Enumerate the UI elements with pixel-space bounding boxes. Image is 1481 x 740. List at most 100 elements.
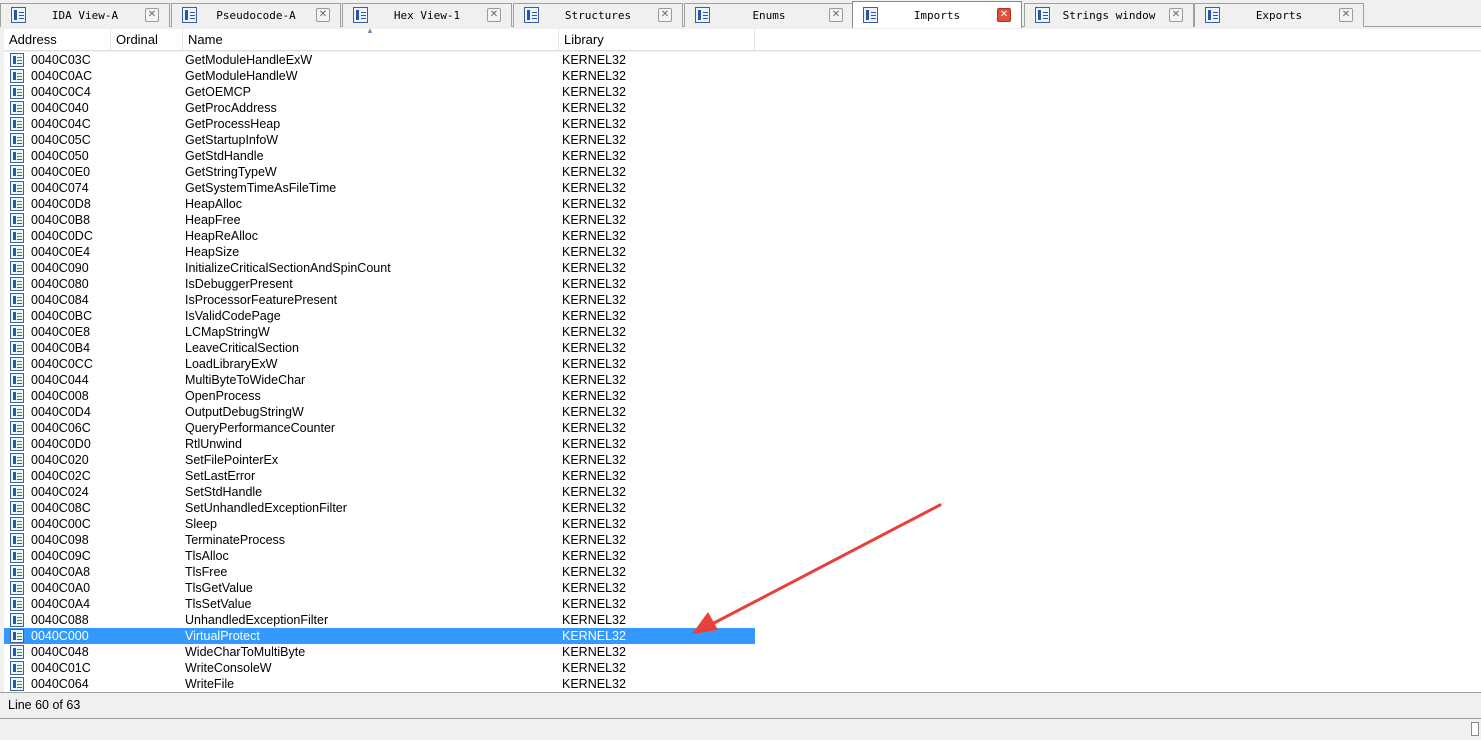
import-icon: [10, 549, 24, 563]
table-row[interactable]: 0040C0A4 TlsSetValue KERNEL32: [4, 596, 755, 612]
column-header-library[interactable]: Library: [559, 29, 755, 50]
table-row[interactable]: 0040C050 GetStdHandle KERNEL32: [4, 148, 755, 164]
table-row[interactable]: 0040C084 IsProcessorFeaturePresent KERNEL3…: [4, 292, 755, 308]
close-icon[interactable]: ✕: [316, 8, 330, 22]
table-row[interactable]: 0040C05C GetStartupInfoW KERNEL32: [4, 132, 755, 148]
cell-library: KERNEL32: [562, 469, 626, 483]
table-row[interactable]: 0040C00C Sleep KERNEL32: [4, 516, 755, 532]
table-row[interactable]: 0040C02C SetLastError KERNEL32: [4, 468, 755, 484]
cell-address: 0040C020: [31, 453, 89, 467]
table-row[interactable]: 0040C044 MultiByteToWideChar KERNEL32: [4, 372, 755, 388]
import-icon: [10, 661, 24, 675]
table-row[interactable]: 0040C09C TlsAlloc KERNEL32: [4, 548, 755, 564]
table-row[interactable]: 0040C080 IsDebuggerPresent KERNEL32: [4, 276, 755, 292]
table-row[interactable]: 0040C0AC GetModuleHandleW KERNEL32: [4, 68, 755, 84]
cell-library: KERNEL32: [562, 613, 626, 627]
table-row[interactable]: 0040C008 OpenProcess KERNEL32: [4, 388, 755, 404]
cell-address: 0040C0B4: [31, 341, 91, 355]
table-row[interactable]: 0040C048 WideCharToMultiByte KERNEL32: [4, 644, 755, 660]
cell-address: 0040C050: [31, 149, 89, 163]
table-row[interactable]: 0040C03C GetModuleHandleExW KERNEL32: [4, 52, 755, 68]
table-row[interactable]: 0040C01C WriteConsoleW KERNEL32: [4, 660, 755, 676]
table-row[interactable]: 0040C06C QueryPerformanceCounter KERNEL32: [4, 420, 755, 436]
tab-strings-window[interactable]: Strings window ✕: [1024, 3, 1194, 27]
table-row-selected[interactable]: 0040C000 VirtualProtect KERNEL32: [4, 628, 755, 644]
cell-address: 0040C098: [31, 533, 89, 547]
table-row[interactable]: 0040C088 UnhandledExceptionFilter KERNEL32: [4, 612, 755, 628]
table-row[interactable]: 0040C0C4 GetOEMCP KERNEL32: [4, 84, 755, 100]
close-icon[interactable]: ✕: [487, 8, 501, 22]
table-row[interactable]: 0040C0A0 TlsGetValue KERNEL32: [4, 580, 755, 596]
table-row[interactable]: 0040C0E8 LCMapStringW KERNEL32: [4, 324, 755, 340]
close-icon[interactable]: ✕: [997, 8, 1011, 22]
column-header-address[interactable]: Address: [4, 29, 111, 50]
table-row[interactable]: 0040C08C SetUnhandledExceptionFilter KERNE…: [4, 500, 755, 516]
table-row[interactable]: 0040C0DC HeapReAlloc KERNEL32: [4, 228, 755, 244]
cell-library: KERNEL32: [562, 85, 626, 99]
table-row[interactable]: 0040C0D8 HeapAlloc KERNEL32: [4, 196, 755, 212]
table-row[interactable]: 0040C04C GetProcessHeap KERNEL32: [4, 116, 755, 132]
tab-exports[interactable]: Exports ✕: [1194, 3, 1364, 27]
tab-ida-view-a[interactable]: IDA View-A ✕: [0, 3, 170, 27]
cell-library: KERNEL32: [562, 277, 626, 291]
cell-library: KERNEL32: [562, 549, 626, 563]
import-icon: [10, 213, 24, 227]
table-row[interactable]: 0040C0B8 HeapFree KERNEL32: [4, 212, 755, 228]
close-icon[interactable]: ✕: [658, 8, 672, 22]
cell-name: SetLastError: [185, 469, 256, 483]
table-row[interactable]: 0040C0E0 GetStringTypeW KERNEL32: [4, 164, 755, 180]
import-icon: [10, 437, 24, 451]
cell-name: RtlUnwind: [185, 437, 242, 451]
table-row[interactable]: 0040C040 GetProcAddress KERNEL32: [4, 100, 755, 116]
table-row[interactable]: 0040C020 SetFilePointerEx KERNEL32: [4, 452, 755, 468]
cell-address: 0040C0A0: [31, 581, 91, 595]
cell-name: OutputDebugStringW: [185, 405, 304, 419]
cell-address: 0040C044: [31, 373, 89, 387]
tab-structures[interactable]: Structures ✕: [513, 3, 683, 27]
close-icon[interactable]: ✕: [829, 8, 843, 22]
import-icon: [10, 229, 24, 243]
sort-ascending-icon: ▲: [366, 26, 374, 35]
table-row[interactable]: 0040C0B4 LeaveCriticalSection KERNEL32: [4, 340, 755, 356]
table-row[interactable]: 0040C0A8 TlsFree KERNEL32: [4, 564, 755, 580]
cell-address: 0040C0DC: [31, 229, 93, 243]
cell-name: LeaveCriticalSection: [185, 341, 299, 355]
resize-grip[interactable]: [1471, 722, 1479, 736]
cell-address: 0040C000: [31, 629, 89, 643]
cell-address: 0040C0CC: [31, 357, 93, 371]
table-row[interactable]: 0040C0D4 OutputDebugStringW KERNEL32: [4, 404, 755, 420]
table-row[interactable]: 0040C064 WriteFile KERNEL32: [4, 676, 755, 692]
table-row[interactable]: 0040C0D0 RtlUnwind KERNEL32: [4, 436, 755, 452]
table-row[interactable]: 0040C090 InitializeCriticalSectionAndSpin…: [4, 260, 755, 276]
cell-address: 0040C0B8: [31, 213, 91, 227]
table-row[interactable]: 0040C074 GetSystemTimeAsFileTime KERNEL32: [4, 180, 755, 196]
import-icon: [10, 405, 24, 419]
table-row[interactable]: 0040C0E4 HeapSize KERNEL32: [4, 244, 755, 260]
cell-name: LoadLibraryExW: [185, 357, 278, 371]
tab-enums[interactable]: Enums ✕: [684, 3, 854, 27]
import-icon: [10, 677, 24, 691]
cell-address: 0040C048: [31, 645, 89, 659]
cell-address: 0040C02C: [31, 469, 91, 483]
table-row[interactable]: 0040C024 SetStdHandle KERNEL32: [4, 484, 755, 500]
column-header-ordinal[interactable]: Ordinal: [111, 29, 183, 50]
cell-address: 0040C024: [31, 485, 89, 499]
table-row[interactable]: 0040C0CC LoadLibraryExW KERNEL32: [4, 356, 755, 372]
import-icon: [10, 293, 24, 307]
close-icon[interactable]: ✕: [145, 8, 159, 22]
import-icon: [10, 165, 24, 179]
import-icon: [10, 581, 24, 595]
import-icon: [10, 469, 24, 483]
tab-pseudocode-a[interactable]: Pseudocode-A ✕: [171, 3, 341, 27]
import-icon: [10, 501, 24, 515]
table-row[interactable]: 0040C098 TerminateProcess KERNEL32: [4, 532, 755, 548]
tab-hex-view-1[interactable]: Hex View-1 ✕: [342, 3, 512, 27]
cell-library: KERNEL32: [562, 485, 626, 499]
close-icon[interactable]: ✕: [1169, 8, 1183, 22]
close-icon[interactable]: ✕: [1339, 8, 1353, 22]
table-row[interactable]: 0040C0BC IsValidCodePage KERNEL32: [4, 308, 755, 324]
cell-name: SetStdHandle: [185, 485, 263, 499]
import-icon: [10, 373, 24, 387]
tab-imports[interactable]: Imports ✕: [852, 1, 1022, 28]
cell-library: KERNEL32: [562, 437, 626, 451]
